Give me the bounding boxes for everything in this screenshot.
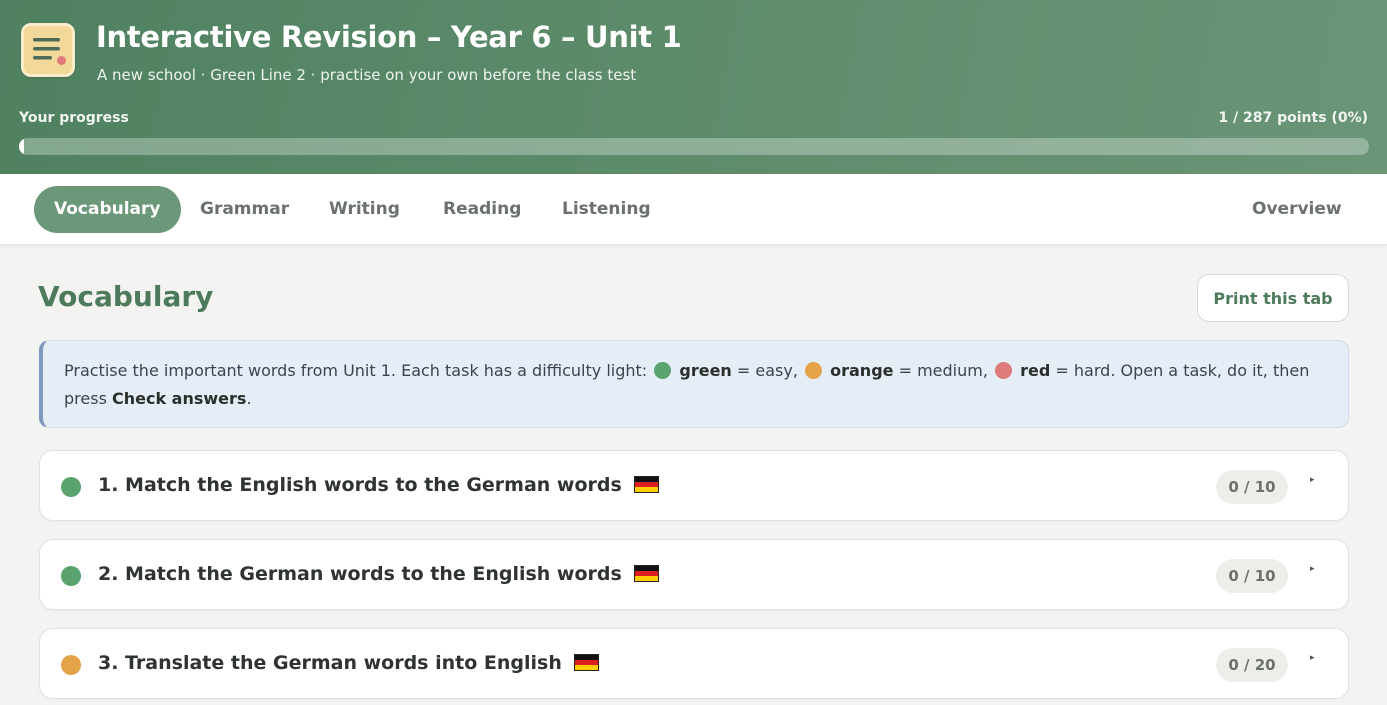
info-box: Practise the important words from Unit 1…: [39, 340, 1349, 428]
expand-arrow-icon[interactable]: ▸: [1310, 564, 1315, 574]
tab-overview[interactable]: Overview: [1232, 186, 1362, 233]
page-title: Interactive Revision – Year 6 – Unit 1: [96, 20, 682, 54]
info-green-text: = easy,: [736, 361, 798, 380]
german-flag-icon: [633, 565, 659, 582]
red-dot-icon: [995, 362, 1013, 379]
expand-arrow-icon[interactable]: ▸: [1310, 475, 1315, 485]
info-green-word: green: [679, 361, 732, 380]
german-flag-icon: [633, 476, 659, 493]
progress-bar-fill: [19, 138, 24, 155]
tab-writing[interactable]: Writing: [309, 186, 420, 233]
header: Interactive Revision – Year 6 – Unit 1 A…: [0, 0, 1387, 174]
tab-reading[interactable]: Reading: [423, 186, 541, 233]
task-score-badge: 0 / 20: [1216, 648, 1288, 682]
progress-bar: [19, 138, 1369, 155]
task-item[interactable]: 3. Translate the German words into Engli…: [39, 628, 1349, 699]
task-score-badge: 0 / 10: [1216, 559, 1288, 593]
menu-notes-icon: [21, 23, 75, 77]
german-flag-icon: [573, 654, 599, 671]
page-subtitle: A new school · Green Line 2 · practise o…: [97, 66, 637, 84]
progress-value: 1 / 287 points (0%): [1218, 110, 1368, 126]
tab-listening[interactable]: Listening: [542, 186, 671, 233]
expand-arrow-icon[interactable]: ▸: [1310, 653, 1315, 663]
tab-vocabulary[interactable]: Vocabulary: [34, 186, 181, 233]
info-orange-text: = medium,: [898, 361, 988, 380]
info-orange-word: orange: [830, 361, 894, 380]
easy-dot-icon: [61, 477, 81, 497]
task-item[interactable]: 1. Match the English words to the German…: [39, 450, 1349, 521]
task-score-badge: 0 / 10: [1216, 470, 1288, 504]
task-item[interactable]: 2. Match the German words to the English…: [39, 539, 1349, 610]
info-red-word: red: [1020, 361, 1051, 380]
green-dot-icon: [654, 362, 672, 379]
tab-bar: Vocabulary Grammar Writing Reading Liste…: [0, 174, 1387, 245]
easy-dot-icon: [61, 566, 81, 586]
progress-label: Your progress: [19, 110, 129, 126]
info-intro: Practise the important words from Unit 1…: [64, 361, 648, 380]
task-title: 2. Match the German words to the English…: [98, 563, 622, 585]
medium-dot-icon: [61, 655, 81, 675]
print-tab-button[interactable]: Print this tab: [1197, 274, 1349, 322]
task-title: 1. Match the English words to the German…: [98, 474, 622, 496]
info-end: .: [246, 389, 252, 408]
info-check-word: Check answers: [112, 389, 247, 408]
section-title: Vocabulary: [38, 280, 214, 313]
orange-dot-icon: [805, 362, 823, 379]
tab-grammar[interactable]: Grammar: [180, 186, 309, 233]
task-title: 3. Translate the German words into Engli…: [98, 652, 562, 674]
